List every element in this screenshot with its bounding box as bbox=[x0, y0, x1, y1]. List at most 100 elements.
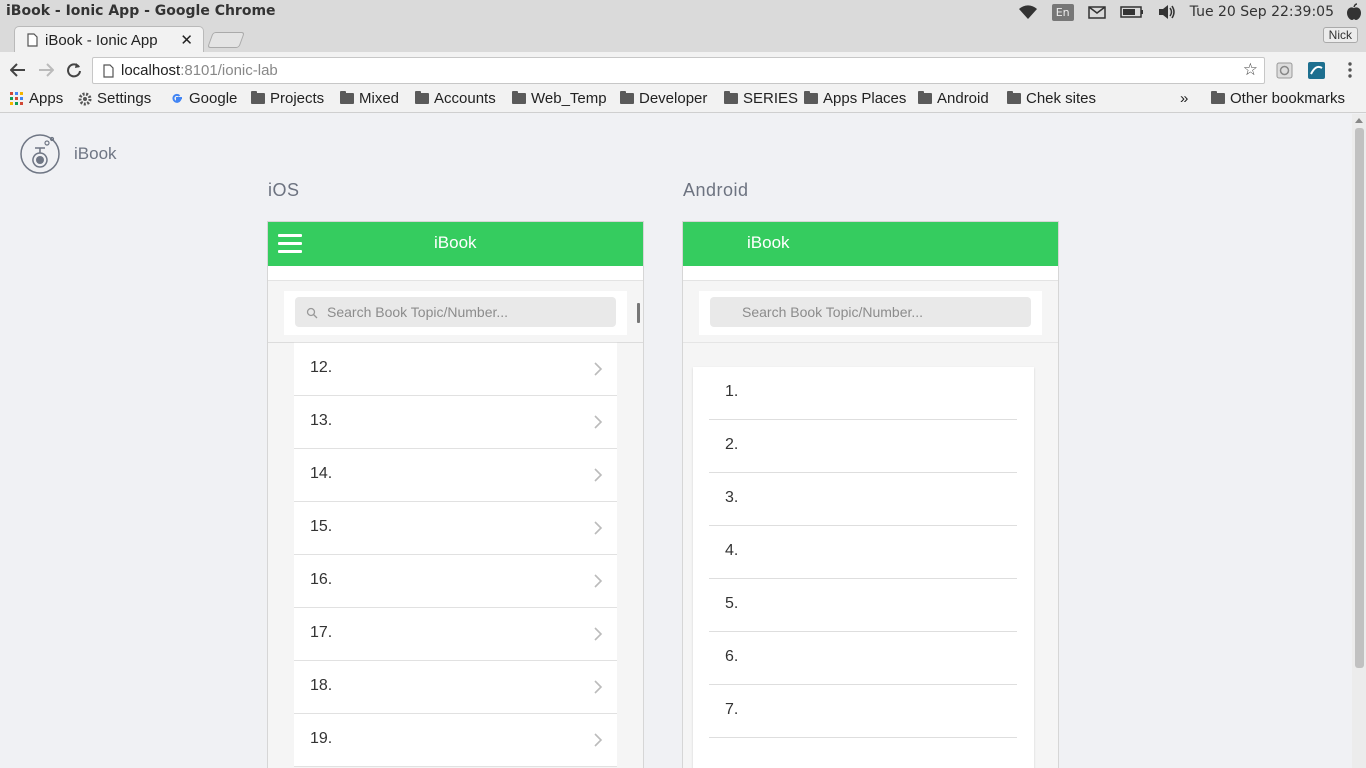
ios-list-inner: 12. 13. 14. 15. 16. 17. 18. 19. bbox=[294, 342, 617, 767]
keyboard-layout-indicator[interactable]: En bbox=[1051, 3, 1074, 21]
page-info-icon[interactable] bbox=[103, 64, 114, 82]
apps-grid-icon bbox=[10, 91, 23, 105]
page-icon bbox=[27, 33, 38, 51]
chevron-right-icon bbox=[594, 680, 603, 694]
clock[interactable]: Tue 20 Sep 22:39:05 bbox=[1190, 4, 1334, 20]
reload-icon[interactable] bbox=[64, 60, 84, 80]
battery-icon[interactable] bbox=[1119, 6, 1144, 18]
wifi-icon[interactable] bbox=[1018, 4, 1038, 20]
bookmark-chek-sites[interactable]: Chek sites bbox=[1007, 90, 1096, 107]
android-header-title: iBook bbox=[747, 233, 790, 252]
android-header: iBook bbox=[683, 222, 1058, 266]
ionic-logo-icon bbox=[20, 134, 60, 174]
browser-tab[interactable]: iBook - Ionic App ✕ bbox=[14, 26, 204, 52]
android-search-input[interactable] bbox=[710, 297, 1031, 327]
list-item[interactable]: 15. bbox=[294, 502, 617, 555]
ios-scroll-indicator bbox=[637, 303, 640, 323]
folder-icon bbox=[804, 91, 818, 104]
bookmark-android[interactable]: Android bbox=[918, 90, 989, 107]
profile-button[interactable]: Nick bbox=[1322, 27, 1358, 43]
bookmark-mixed[interactable]: Mixed bbox=[340, 90, 399, 107]
folder-icon bbox=[1211, 91, 1225, 104]
list-item[interactable]: 14. bbox=[294, 449, 617, 502]
bookmark-web-temp[interactable]: Web_Temp bbox=[512, 90, 607, 107]
ios-device-preview: iBook 12. 13. 14. 15. 16. 17. 18. 19. bbox=[268, 222, 643, 768]
list-item[interactable]: 18. bbox=[294, 661, 617, 714]
system-menu-icon[interactable] bbox=[1346, 3, 1362, 21]
bookmarks-overflow-button[interactable]: » bbox=[1180, 90, 1188, 107]
ios-header-title: iBook bbox=[434, 233, 477, 252]
window-title: iBook - Ionic App - Google Chrome bbox=[6, 3, 276, 19]
bookmark-apps-places[interactable]: Apps Places bbox=[804, 90, 906, 107]
url-text: localhost:8101/ionic-lab bbox=[121, 62, 278, 79]
bookmark-projects[interactable]: Projects bbox=[251, 90, 324, 107]
lab-brand[interactable]: iBook bbox=[20, 134, 117, 174]
folder-icon bbox=[340, 91, 354, 104]
list-item[interactable]: 2. bbox=[709, 420, 1017, 473]
ionic-lab-page: iBook iOS Android iBook 12. 13. 14. 15. … bbox=[0, 114, 1352, 768]
bookmark-series[interactable]: SERIES bbox=[724, 90, 798, 107]
google-icon bbox=[172, 93, 182, 103]
chevron-right-icon bbox=[594, 415, 603, 429]
bookmark-star-icon[interactable]: ☆ bbox=[1243, 60, 1258, 80]
chrome-menu-icon[interactable] bbox=[1340, 60, 1360, 80]
bookmarks-bar: Apps Settings Google Projects Mixed Acco… bbox=[0, 88, 1366, 113]
bookmark-developer[interactable]: Developer bbox=[620, 90, 707, 107]
list-item[interactable]: 6. bbox=[709, 632, 1017, 685]
android-search-bar bbox=[683, 280, 1058, 342]
list-item[interactable]: 3. bbox=[709, 473, 1017, 526]
android-platform-label: Android bbox=[683, 180, 749, 200]
bookmark-google[interactable]: Google bbox=[170, 90, 237, 107]
ios-header: iBook bbox=[268, 222, 643, 266]
chevron-right-icon bbox=[594, 468, 603, 482]
chevron-right-icon bbox=[594, 521, 603, 535]
android-device-preview: iBook 1. 2. 3. 4. 5. 6. 7. bbox=[683, 222, 1058, 768]
chevron-right-icon bbox=[594, 733, 603, 747]
list-item[interactable]: 19. bbox=[294, 714, 617, 767]
android-list-card: 1. 2. 3. 4. 5. 6. 7. bbox=[693, 367, 1034, 768]
folder-icon bbox=[724, 91, 738, 104]
bookmark-apps[interactable]: Apps bbox=[10, 90, 63, 107]
ios-book-list: 12. 13. 14. 15. 16. 17. 18. 19. bbox=[268, 342, 643, 768]
chevron-right-icon bbox=[594, 574, 603, 588]
browser-toolbar: localhost:8101/ionic-lab ☆ bbox=[0, 52, 1366, 88]
scroll-up-icon[interactable] bbox=[1355, 118, 1363, 123]
ios-search-input[interactable] bbox=[295, 297, 616, 327]
bookmark-other[interactable]: Other bookmarks bbox=[1211, 90, 1345, 107]
ios-platform-label: iOS bbox=[268, 180, 300, 200]
tab-title: iBook - Ionic App bbox=[45, 32, 158, 49]
list-item[interactable]: 5. bbox=[709, 579, 1017, 632]
list-item[interactable]: 16. bbox=[294, 555, 617, 608]
volume-icon[interactable] bbox=[1158, 4, 1176, 20]
back-icon[interactable] bbox=[8, 60, 28, 80]
ios-search-bar bbox=[268, 280, 643, 342]
forward-icon[interactable] bbox=[36, 60, 56, 80]
list-item[interactable]: 17. bbox=[294, 608, 617, 661]
tab-strip: iBook - Ionic App ✕ Nick bbox=[0, 24, 1366, 52]
extension-wave-icon[interactable] bbox=[1308, 62, 1325, 79]
gear-icon bbox=[78, 92, 92, 105]
list-item[interactable]: 13. bbox=[294, 396, 617, 449]
bookmark-accounts[interactable]: Accounts bbox=[415, 90, 496, 107]
list-item[interactable]: 1. bbox=[709, 367, 1017, 420]
mail-icon[interactable] bbox=[1087, 5, 1106, 19]
lab-brand-name: iBook bbox=[74, 144, 117, 163]
close-tab-icon[interactable]: ✕ bbox=[180, 31, 193, 49]
list-item[interactable]: 7. bbox=[709, 685, 1017, 738]
address-bar[interactable]: localhost:8101/ionic-lab ☆ bbox=[92, 57, 1265, 84]
list-item[interactable]: 4. bbox=[709, 526, 1017, 579]
extension-icon[interactable] bbox=[1276, 62, 1293, 79]
bookmark-settings[interactable]: Settings bbox=[78, 90, 151, 107]
list-item[interactable]: 12. bbox=[294, 343, 617, 396]
os-top-bar: iBook - Ionic App - Google Chrome En Tue… bbox=[0, 0, 1366, 24]
scrollbar-thumb[interactable] bbox=[1355, 128, 1364, 668]
new-tab-button[interactable] bbox=[207, 32, 245, 48]
ios-search-card bbox=[284, 291, 627, 335]
chevron-right-icon bbox=[594, 362, 603, 376]
menu-icon[interactable] bbox=[278, 234, 302, 254]
chevron-right-icon bbox=[594, 627, 603, 641]
folder-icon bbox=[918, 91, 932, 104]
android-book-list: 1. 2. 3. 4. 5. 6. 7. bbox=[683, 342, 1058, 768]
android-search-card bbox=[699, 291, 1042, 335]
page-scrollbar[interactable] bbox=[1352, 114, 1366, 768]
